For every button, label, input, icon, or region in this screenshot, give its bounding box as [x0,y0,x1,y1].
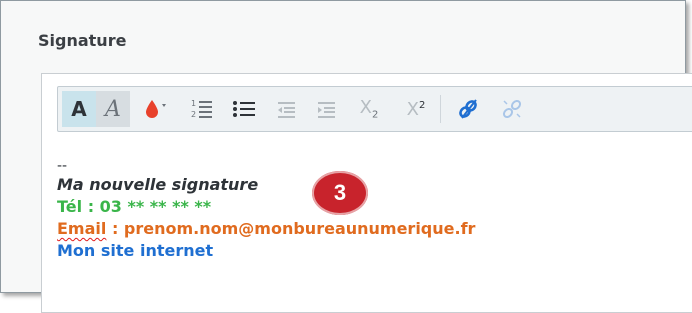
email-label: Email [57,219,107,238]
signature-phone: Tél : 03 ** ** ** ** [57,196,475,218]
superscript-digit: 2 [418,99,426,111]
superscript-icon: X2 [407,99,426,120]
signature-panel: Signature A A 1 2 X2 X2 -- Ma nouvelle s… [0,0,692,313]
text-style-italic-icon: A [105,96,121,122]
link-icon [459,99,477,119]
ordered-list-button[interactable]: 1 2 [184,91,220,127]
indent-button[interactable] [310,91,344,127]
superscript-x-label: X [406,98,419,120]
signature-name: Ma nouvelle signature [57,175,259,194]
link-button[interactable] [450,91,486,127]
unordered-list-button[interactable] [226,91,262,127]
subscript-icon: X2 [360,97,379,121]
phone-prefix: Tél : 03 [57,197,128,216]
signature-content[interactable]: -- Ma nouvelle signature Tél : 03 ** ** … [57,158,475,262]
ink-drop-color-icon [146,100,166,118]
svg-text:1: 1 [191,99,196,108]
subscript-button[interactable]: X2 [352,91,386,127]
bold-button[interactable]: A [62,91,96,127]
indent-icon [318,102,335,118]
text-color-button[interactable] [138,91,174,127]
outdent-icon [278,102,295,118]
text-color-bold-icon: A [71,97,87,121]
svg-text:2: 2 [191,110,196,119]
toolbar-separator [440,95,441,123]
phone-masked: ** ** ** ** [127,197,212,216]
superscript-button[interactable]: X2 [398,91,434,127]
unordered-list-icon [233,101,255,117]
unlink-button[interactable] [494,91,530,127]
signature-separator: -- [57,158,68,174]
outdent-button[interactable] [270,91,304,127]
toolbar-strip: A A 1 2 X2 X2 [42,74,692,150]
signature-email: Email : prenom.nom@monbureaunumerique.fr [57,218,475,240]
italic-button[interactable]: A [96,91,130,127]
ordered-list-icon: 1 2 [191,99,212,119]
step-number-badge: 3 [312,171,368,215]
subscript-digit: 2 [371,109,379,121]
panel-title: Signature [38,31,127,50]
unlink-icon [502,99,522,119]
editor-toolbar: A A 1 2 X2 X2 [57,86,692,132]
subscript-x-label: X [359,97,372,119]
email-address: : prenom.nom@monbureaunumerique.fr [106,219,476,238]
signature-website-link[interactable]: Mon site internet [57,240,475,262]
